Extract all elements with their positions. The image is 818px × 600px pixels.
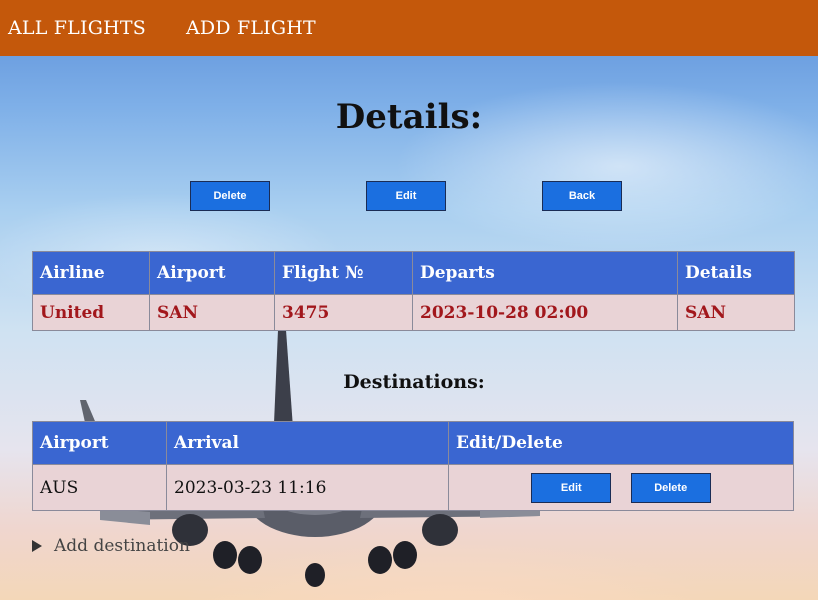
column-header-edit-delete: Edit/Delete <box>448 421 794 465</box>
column-header-flight-number: Flight № <box>274 251 413 295</box>
cell-details: SAN <box>677 294 795 331</box>
column-header-airline: Airline <box>32 251 150 295</box>
cell-airport: SAN <box>149 294 275 331</box>
table-row: AUS 2023-03-23 11:16 Edit Delete <box>32 464 794 511</box>
back-button[interactable]: Back <box>542 181 622 211</box>
nav-add-flight-link[interactable]: ADD FLIGHT <box>186 17 316 39</box>
cell-departs: 2023-10-28 02:00 <box>412 294 678 331</box>
cell-flight-number: 3475 <box>274 294 413 331</box>
page-title: Details: <box>335 97 483 137</box>
cell-destination-actions: Edit Delete <box>448 464 794 511</box>
column-header-arrival: Arrival <box>166 421 449 465</box>
cell-destination-airport: AUS <box>32 464 167 511</box>
add-destination-label: Add destination <box>54 536 190 556</box>
flight-details-table: Airline Airport Flight № Departs Details… <box>32 251 795 331</box>
table-row: United SAN 3475 2023-10-28 02:00 SAN <box>32 294 795 331</box>
nav-all-flights-link[interactable]: ALL FLIGHTS <box>8 17 146 39</box>
column-header-airport: Airport <box>32 421 167 465</box>
flight-table-header-row: Airline Airport Flight № Departs Details <box>32 251 795 295</box>
column-header-details: Details <box>677 251 795 295</box>
destinations-heading: Destinations: <box>343 371 485 393</box>
delete-flight-button[interactable]: Delete <box>190 181 270 211</box>
edit-flight-button[interactable]: Edit <box>366 181 446 211</box>
column-header-departs: Departs <box>412 251 678 295</box>
destinations-header-row: Airport Arrival Edit/Delete <box>32 421 794 465</box>
cell-airline: United <box>32 294 150 331</box>
edit-destination-button[interactable]: Edit <box>531 472 612 503</box>
column-header-airport: Airport <box>149 251 275 295</box>
destinations-table: Airport Arrival Edit/Delete AUS 2023-03-… <box>32 421 794 511</box>
top-navbar: ALL FLIGHTS ADD FLIGHT <box>0 0 818 56</box>
cell-destination-arrival: 2023-03-23 11:16 <box>166 464 449 511</box>
delete-destination-button[interactable]: Delete <box>630 472 711 503</box>
add-destination-toggle[interactable]: Add destination <box>32 536 190 556</box>
disclosure-triangle-icon <box>32 540 42 552</box>
